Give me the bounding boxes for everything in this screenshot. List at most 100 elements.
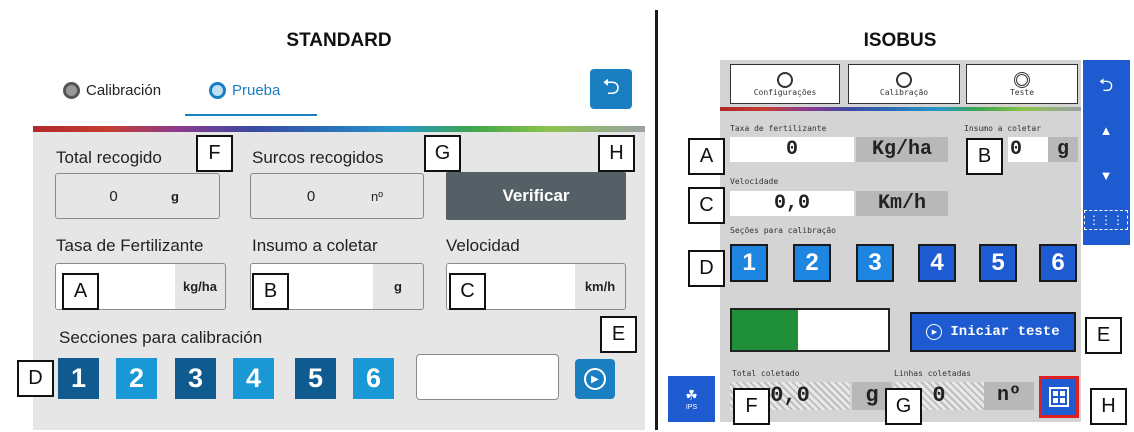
callout-std-e: E [600,316,637,353]
configuracoes-button[interactable]: Configurações [730,64,840,104]
isobus-heading: ISOBUS [863,30,937,51]
ips-label: IPS [685,404,698,411]
isobus-rainbow-strip [720,107,1081,111]
scroll-down-button[interactable]: ▼ [1083,155,1129,195]
gauge-icon [896,71,912,88]
surcos-recogidos-value: 0 [306,187,316,205]
target-icon [1014,71,1030,88]
tab-prueba[interactable]: Prueba [209,82,280,99]
rainbow-strip [33,126,645,132]
callout-std-h: H [598,135,635,172]
isobus-progress-bar [730,308,890,352]
total-coletado-label: Total coletado [732,369,800,378]
velocidad-unit: km/h [584,279,616,294]
grid-icon [1049,387,1069,407]
section-button-2[interactable]: 2 [116,358,157,399]
keypad-icon: ⋮⋮⋮ [1084,210,1128,230]
isobus-left-column [668,60,720,422]
triangle-up-icon: ▲ [1099,122,1113,138]
tasa-unit: kg/ha [183,279,217,294]
callout-std-b: B [252,273,289,310]
callout-std-a: A [62,273,99,310]
callout-std-c: C [449,273,486,310]
callout-iso-c: C [688,187,725,224]
total-recogido-field: 0 g [55,173,220,219]
tab-underline [185,114,317,116]
isobus-section-button-3[interactable]: 3 [856,244,894,282]
calibracao-button[interactable]: Calibração [848,64,960,104]
callout-iso-a: A [688,138,725,175]
isobus-panel: ☘ IPS Configurações Calibração Teste ⮌ ▲… [668,60,1130,432]
collect-grid-button[interactable] [1039,376,1079,418]
isobus-section-button-4[interactable]: 4 [918,244,956,282]
callout-iso-f: F [733,388,770,425]
isobus-screen [720,60,1081,422]
secoes-label: Seções para calibração [730,226,836,235]
section-button-5[interactable]: 5 [295,358,336,399]
teste-label: Teste [1009,87,1035,97]
back-button[interactable]: ⮌ [590,69,632,109]
section-button-3[interactable]: 3 [175,358,216,399]
insumo-value[interactable]: 0 [1008,137,1048,162]
scroll-up-button[interactable]: ▲ [1083,110,1129,150]
total-recogido-unit: g [171,188,179,204]
section-button-4[interactable]: 4 [233,358,274,399]
keypad-button[interactable]: ⋮⋮⋮ [1083,200,1129,240]
gear-icon [63,82,80,99]
taxa-unit: Kg/ha [856,137,948,162]
velocidade-label: Velocidade [730,177,779,186]
total-recogido-value: 0 [109,187,118,205]
isobus-progress-fill [732,310,798,350]
calibracao-label: Calibração [879,87,929,97]
callout-iso-b: B [966,138,1003,175]
play-icon: ▶ [584,368,606,390]
callout-iso-d: D [688,250,725,287]
linhas-coletadas-label: Linhas coletadas [894,369,972,378]
isobus-section-button-6[interactable]: 6 [1039,244,1077,282]
isobus-section-button-2[interactable]: 2 [793,244,831,282]
tasa-label: Tasa de Fertilizante [56,236,204,255]
linhas-coletadas-unit: nº [984,382,1034,410]
triangle-down-icon: ▼ [1099,167,1113,183]
progress-field [416,354,559,400]
velocidade-unit: Km/h [856,191,948,216]
callout-iso-h: H [1090,388,1127,425]
isobus-back-button[interactable]: ⮌ [1083,68,1129,108]
callout-std-f: F [196,135,233,172]
secciones-label: Secciones para calibración [59,328,263,347]
callout-iso-g: G [885,388,922,425]
total-recogido-label: Total recogido [56,148,162,167]
callout-iso-e: E [1085,317,1122,354]
insumo-label: Insumo a coletar [964,124,1042,133]
verificar-button[interactable]: Verificar [446,172,626,220]
iniciar-teste-label: Iniciar teste [950,324,1060,340]
configuracoes-label: Configurações [753,87,817,97]
teste-button[interactable]: Teste [966,64,1078,104]
section-button-1[interactable]: 1 [58,358,99,399]
play-icon: ▶ [926,324,943,340]
leaf-icon: ☘ [685,387,698,403]
callout-std-g: G [424,135,461,172]
standard-heading: STANDARD [286,30,392,51]
play-button[interactable]: ▶ [575,359,615,399]
insumo-unit: g [1048,137,1078,162]
tab-bar: Calibración Prueba ⮌ [33,60,645,126]
back-arrow-icon: ⮌ [1098,75,1114,95]
section-button-6[interactable]: 6 [353,358,394,399]
callout-std-d: D [17,360,54,397]
tab-calibracion-label: Calibración [86,82,162,99]
isobus-section-button-5[interactable]: 5 [979,244,1017,282]
back-arrow-icon: ⮌ [602,74,620,99]
tab-calibracion[interactable]: Calibración [63,82,161,99]
gauge-icon [209,82,226,99]
surcos-recogidos-unit: nº [371,188,383,204]
taxa-value[interactable]: 0 [730,137,854,162]
velocidad-label: Velocidad [446,236,520,255]
velocidade-value[interactable]: 0,0 [730,191,854,216]
isobus-section-button-1[interactable]: 1 [730,244,768,282]
insumo-label: Insumo a coletar [252,236,378,255]
surcos-recogidos-label: Surcos recogidos [252,148,384,167]
iniciar-teste-button[interactable]: ▶ Iniciar teste [910,312,1076,352]
ips-button[interactable]: ☘ IPS [668,376,715,422]
tab-prueba-label: Prueba [232,82,281,99]
